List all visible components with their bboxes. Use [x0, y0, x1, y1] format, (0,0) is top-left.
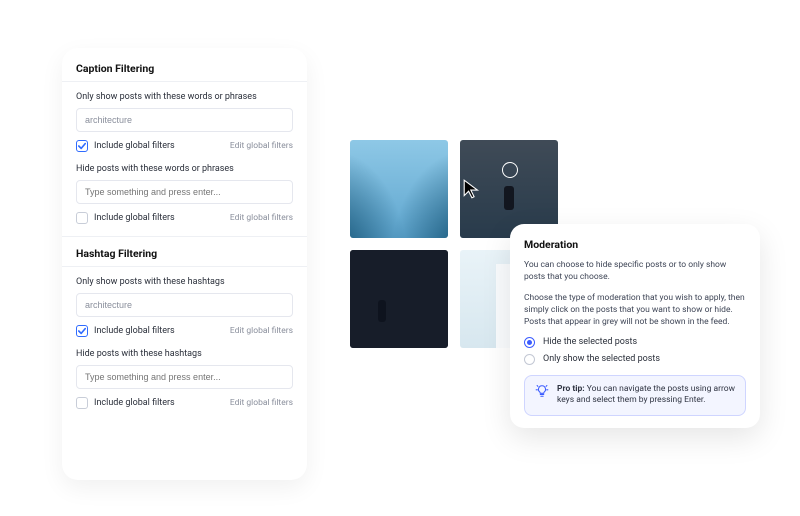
hashtag-show-edit-link[interactable]: Edit global filters: [230, 326, 293, 336]
caption-hide-label: Hide posts with these words or phrases: [76, 164, 293, 174]
divider: [62, 81, 307, 82]
radio-label: Hide the selected posts: [543, 337, 637, 347]
hashtag-hide-label: Hide posts with these hashtags: [76, 349, 293, 359]
caption-show-include-label: Include global filters: [94, 141, 175, 151]
hashtag-filtering-heading: Hashtag Filtering: [76, 247, 293, 260]
caption-show-include-checkbox[interactable]: [76, 140, 88, 152]
caption-hide-include-label: Include global filters: [94, 213, 175, 223]
caption-hide-edit-link[interactable]: Edit global filters: [230, 213, 293, 223]
hashtag-show-label: Only show posts with these hashtags: [76, 277, 293, 287]
caption-hide-include-checkbox[interactable]: [76, 212, 88, 224]
moderation-option-hide[interactable]: Hide the selected posts: [524, 337, 746, 348]
radio-label: Only show the selected posts: [543, 354, 660, 364]
post-thumbnail[interactable]: [350, 250, 448, 348]
hashtag-show-include-label: Include global filters: [94, 326, 175, 336]
pro-tip-callout: Pro tip: You can navigate the posts usin…: [524, 375, 746, 417]
hashtag-show-include-checkbox[interactable]: [76, 325, 88, 337]
hashtag-hide-input[interactable]: [76, 365, 293, 389]
moderation-description-1: You can choose to hide specific posts or…: [524, 259, 746, 284]
divider: [62, 266, 307, 267]
selection-ring-icon: [502, 162, 518, 178]
caption-show-label: Only show posts with these words or phra…: [76, 92, 293, 102]
check-icon: [78, 142, 86, 150]
radio-button[interactable]: [524, 354, 535, 365]
radio-button[interactable]: [524, 337, 535, 348]
moderation-description-2: Choose the type of moderation that you w…: [524, 292, 746, 329]
divider: [62, 236, 307, 237]
pro-tip-prefix: Pro tip:: [557, 384, 585, 394]
muted-overlay: [350, 250, 448, 348]
caption-filtering-heading: Caption Filtering: [76, 62, 293, 75]
hashtag-show-input[interactable]: [76, 293, 293, 317]
moderation-option-show[interactable]: Only show the selected posts: [524, 354, 746, 365]
lightbulb-icon: [535, 384, 549, 398]
check-icon: [78, 327, 86, 335]
caption-show-edit-link[interactable]: Edit global filters: [230, 141, 293, 151]
filter-settings-panel: Caption Filtering Only show posts with t…: [62, 48, 307, 480]
hashtag-hide-include-checkbox[interactable]: [76, 397, 88, 409]
moderation-heading: Moderation: [524, 238, 746, 251]
pro-tip-text: Pro tip: You can navigate the posts usin…: [557, 384, 735, 408]
hashtag-hide-edit-link[interactable]: Edit global filters: [230, 398, 293, 408]
moderation-panel: Moderation You can choose to hide specif…: [510, 224, 760, 428]
post-thumbnail[interactable]: [350, 140, 448, 238]
caption-hide-input[interactable]: [76, 180, 293, 204]
hashtag-hide-include-label: Include global filters: [94, 398, 175, 408]
caption-show-input[interactable]: [76, 108, 293, 132]
